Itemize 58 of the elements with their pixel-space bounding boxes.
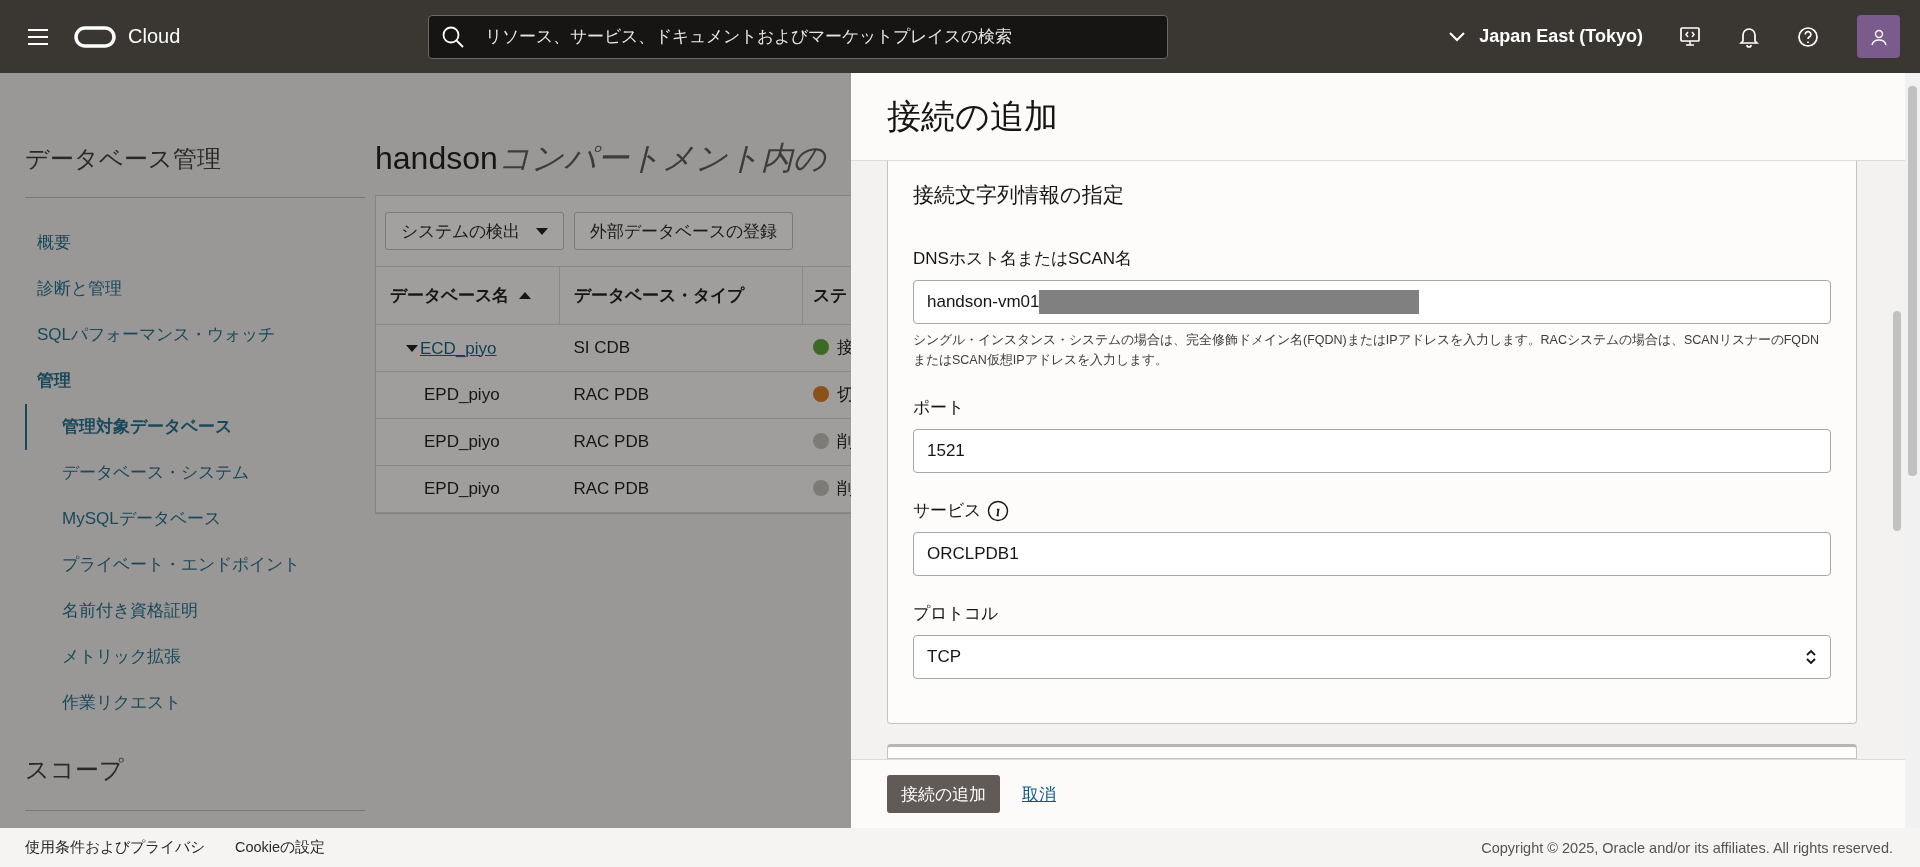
sidebar-item[interactable]: 名前付き資格証明 [25, 588, 365, 634]
table-cell: RAC PDB [559, 371, 803, 419]
caret-down-icon[interactable] [406, 344, 418, 353]
select-field[interactable]: TCP [913, 635, 1831, 679]
chevron-down-icon [1449, 31, 1466, 42]
column-header[interactable]: データベース・タイプ [559, 266, 803, 325]
monitor-code-icon[interactable] [1679, 25, 1701, 48]
column-header[interactable]: データベース名 [376, 266, 560, 325]
sidebar-item[interactable]: SQLパフォーマンス・ウォッチ [25, 312, 365, 358]
database-name: EPD_piyo [424, 385, 500, 404]
database-link[interactable]: ECD_piyo [420, 338, 497, 359]
sidebar-item[interactable]: 診断と管理 [25, 266, 365, 312]
dropdown-button[interactable]: システムの検出 [385, 212, 564, 250]
sidebar-item[interactable]: メトリック拡張 [25, 634, 365, 680]
status-text: 削 [836, 430, 852, 453]
sidebar-item[interactable]: データベース・システム [25, 450, 365, 496]
database-name: EPD_piyo [424, 479, 500, 498]
region-selector[interactable]: Japan East (Tokyo) [1449, 26, 1643, 47]
sidebar-item[interactable]: 作業リクエスト [25, 680, 365, 726]
sidebar-item[interactable]: 概要 [25, 220, 365, 266]
logo-icon [74, 25, 116, 48]
field-label: DNSホスト名またはSCAN名 [913, 248, 1133, 270]
caret-down-icon [536, 227, 548, 235]
field-label: サービス [913, 499, 1009, 522]
input-field[interactable]: handson-vm01 [913, 280, 1831, 324]
help-text: シングル・インスタンス・システムの場合は、完全修飾ドメイン名(FQDN)またはIPアドレスを入力します。RACシステムの場合は、SCANリスナーのFQDNまたはSCAN仮想IPアドレスを入力します。 [913, 332, 1821, 369]
sidebar-section-title: スコープ [25, 754, 365, 811]
menu-icon[interactable] [28, 28, 48, 45]
bell-icon[interactable] [1739, 25, 1759, 48]
table-cell: RAC PDB [559, 465, 803, 513]
page-title: handson コンパートメント内の [375, 139, 828, 178]
info-icon[interactable] [987, 499, 1009, 522]
add-connection-button[interactable]: 接続の追加 [887, 775, 1000, 813]
table-cell: RAC PDB [559, 418, 803, 466]
footer-link[interactable]: 使用条件およびプライバシ [25, 838, 205, 857]
sidebar-item[interactable]: MySQLデータベース [25, 496, 365, 542]
field-label: プロトコル [913, 603, 998, 625]
nav-group-heading[interactable]: 管理 [25, 358, 365, 404]
chevron-up-down-icon [1805, 648, 1817, 666]
field-label: ポート [913, 397, 964, 419]
brand-name: Cloud [128, 25, 181, 48]
input-field[interactable]: ORCLPDB1 [913, 532, 1831, 576]
database-name: EPD_piyo [424, 432, 500, 451]
sidebar-title: データベース管理 [25, 73, 365, 198]
table-cell: SI CDB [559, 324, 803, 372]
cancel-link[interactable]: 取消 [1022, 782, 1056, 806]
register-button[interactable]: 外部データベースの登録 [574, 212, 793, 250]
help-icon[interactable] [1797, 25, 1819, 48]
input-field[interactable]: 1521 [913, 429, 1831, 473]
search-field[interactable]: リソース、サービス、ドキュメントおよびマーケットプレイスの検索 [428, 14, 1169, 59]
status-text: 削 [836, 477, 852, 500]
copyright-text: Copyright © 2025, Oracle and/or its affiliates. All rights reserved. [1481, 839, 1893, 856]
footer-link[interactable]: Cookieの設定 [235, 838, 326, 857]
avatar[interactable] [1857, 15, 1900, 58]
search-icon [442, 25, 465, 48]
section-title: 接続文字列情報の指定 [913, 182, 1125, 208]
sidebar-item[interactable]: 管理対象データベース [25, 404, 365, 450]
sidebar-item[interactable]: プライベート・エンドポイント [25, 542, 365, 588]
